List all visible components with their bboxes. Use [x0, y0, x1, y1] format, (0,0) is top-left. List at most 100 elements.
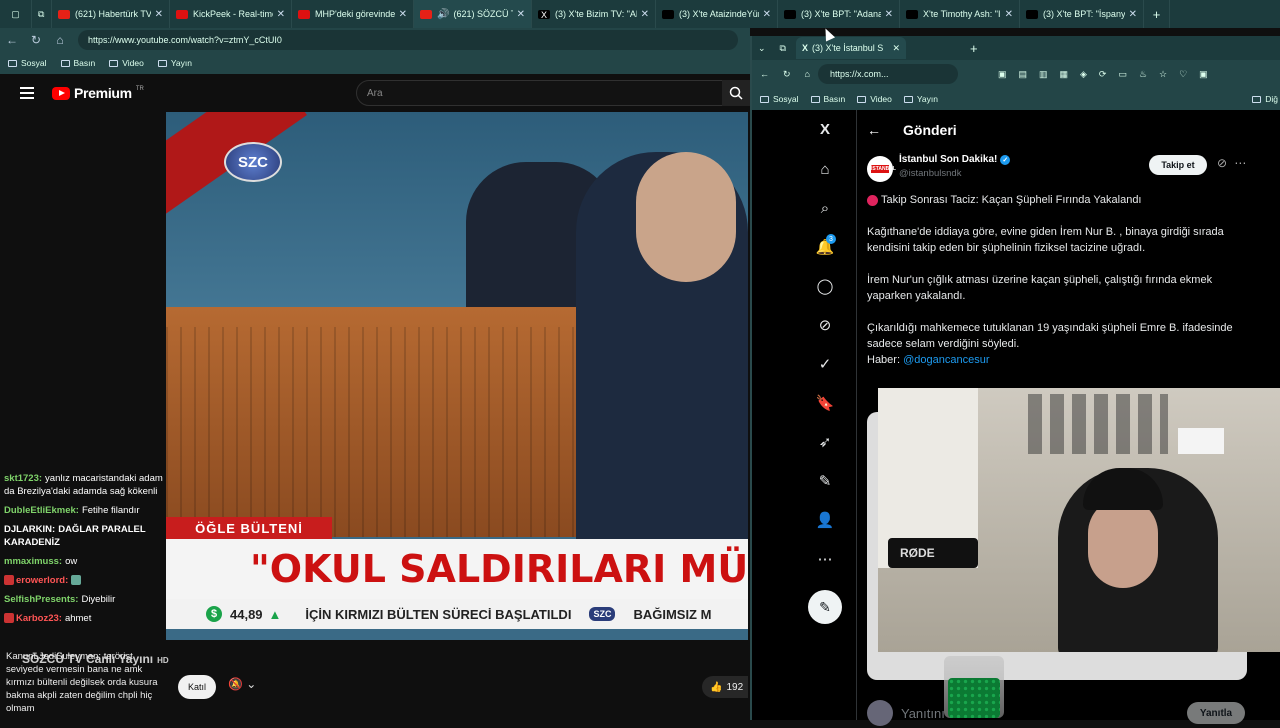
video-headline: "OKUL SALDIRILARI MÜN	[166, 539, 748, 599]
tab-x-bpt-adana[interactable]: (3) X'te BPT: "Adana'da✕	[778, 0, 900, 28]
search-input[interactable]: Ara	[356, 80, 726, 106]
emote-icon	[71, 575, 82, 586]
chat-message: erowerlord:	[4, 574, 170, 587]
x-tab-strip: ⌄ ⧉ X (3) X'te İstanbul S ✕ +	[752, 36, 1280, 60]
address-bar: ← ↻ ⌂ https://www.youtube.com/watch?v=zt…	[0, 28, 750, 52]
bookmark-basin[interactable]: Basın	[810, 94, 845, 104]
mention-link[interactable]: @dogancancesur	[903, 354, 989, 366]
menu-icon[interactable]	[20, 87, 34, 99]
x-icon	[784, 9, 796, 19]
like-button[interactable]: 👍 192	[702, 676, 748, 698]
thumbs-up-icon: 👍	[710, 681, 723, 693]
avatar[interactable]: İSTANBUL	[867, 156, 896, 182]
youtube-logo[interactable]: Premium TR	[52, 85, 144, 101]
tab-sozcu[interactable]: 🔊(621) SÖZCÜ TV C✕	[414, 0, 532, 28]
account-name[interactable]: İstanbul Son Dakika! ✓	[899, 154, 1011, 165]
jobs-icon[interactable]: ✎	[816, 472, 834, 490]
close-icon[interactable]: ✕	[763, 9, 771, 20]
more-options-icon[interactable]: ⊘ ⋯	[1217, 156, 1248, 170]
close-icon[interactable]: ✕	[641, 9, 649, 20]
extension-icons[interactable]: ▣▤▥▦◈⟳▭♨☆♡▣	[998, 69, 1220, 80]
tab-x-bizimtv[interactable]: X(3) X'te Bizim TV: "ABD✕	[532, 0, 656, 28]
back-icon[interactable]: ←	[0, 33, 24, 47]
tab-x-bpt-ispanya[interactable]: (3) X'te BPT: "İspanya, ✕	[1020, 0, 1144, 28]
tab-kickpeek[interactable]: KickPeek - Real-time U✕	[170, 0, 292, 28]
bookmark-video[interactable]: Video	[857, 94, 892, 104]
tab-x-istanbul[interactable]: X (3) X'te İstanbul S ✕	[795, 37, 906, 59]
back-icon[interactable]: ←	[760, 69, 769, 79]
avatar	[867, 700, 893, 726]
workspaces-icon[interactable]: ⧉	[780, 43, 786, 54]
home-icon[interactable]: ⌂	[816, 160, 834, 178]
url-field[interactable]: https://www.youtube.com/watch?v=ztmY_cCt…	[78, 30, 738, 50]
verified-badge-icon: ✓	[1000, 154, 1011, 165]
reload-icon[interactable]: ↻	[24, 33, 48, 47]
new-tab-button[interactable]: +	[1144, 0, 1170, 28]
tab-x-timothy[interactable]: X'te Timothy Ash: "I ✕	[900, 0, 1020, 28]
dollar-icon: $	[206, 606, 222, 622]
close-icon[interactable]: ✕	[885, 9, 893, 20]
x-logo-icon[interactable]: X	[816, 120, 834, 138]
grok-icon[interactable]: ⊘	[816, 316, 834, 334]
close-icon[interactable]: ✕	[277, 9, 285, 20]
chat-message: SelfishPresents: Diyebilir	[4, 594, 116, 605]
close-icon[interactable]: ✕	[399, 9, 407, 20]
account-handle[interactable]: @istanbulsndk	[899, 168, 961, 179]
join-button[interactable]: Katıl	[178, 675, 216, 699]
follow-button[interactable]: Takip et	[1149, 155, 1207, 175]
premium-icon[interactable]: ➶	[816, 433, 834, 451]
folder-icon	[903, 95, 913, 103]
search-button[interactable]	[722, 80, 750, 106]
page-title: Gönderi	[903, 122, 957, 138]
youtube-icon	[420, 9, 432, 19]
messages-icon[interactable]: ◯	[816, 277, 834, 295]
bookmark-yayin[interactable]: Yayın	[903, 94, 938, 104]
reply-button[interactable]: Yanıtla	[1187, 702, 1245, 724]
x-url-field[interactable]: https://x.com...	[817, 64, 958, 84]
bookmark-video[interactable]: Video	[109, 58, 144, 68]
chat-message: Karboz23: ahmet	[4, 612, 170, 625]
bookmarks-icon[interactable]: 🔖	[816, 394, 835, 412]
reply-input[interactable]: Yanıtını	[901, 706, 945, 721]
tab-x-ataizinde[interactable]: (3) X'te AtaizindeYürük✕	[656, 0, 778, 28]
profile-icon[interactable]: 👤	[816, 511, 835, 529]
close-icon[interactable]: ✕	[517, 9, 525, 20]
more-icon[interactable]: ⋯	[816, 550, 834, 568]
bookmark-sosyal[interactable]: Sosyal	[760, 94, 799, 104]
communities-icon[interactable]: ✓	[816, 355, 834, 373]
close-icon[interactable]: ✕	[1005, 9, 1013, 20]
tab-mhp[interactable]: MHP'deki görevinden i✕	[292, 0, 414, 28]
emote-icon	[4, 575, 14, 586]
news-icon	[298, 9, 310, 19]
back-arrow-icon[interactable]: ←	[867, 122, 881, 138]
post-button[interactable]: ✎	[808, 590, 842, 624]
home-icon[interactable]: ⌂	[48, 33, 72, 47]
chat-overlay-message: KanunLJediSuleyman: terörist seviyede ve…	[6, 651, 158, 714]
tab-actions-icon[interactable]: ▢	[0, 0, 32, 28]
bookmark-yayin[interactable]: Yayın	[157, 58, 192, 68]
new-tab-button[interactable]: +	[970, 41, 978, 56]
notifications-icon[interactable]: 🔔 3	[816, 234, 836, 256]
x-icon	[662, 9, 674, 19]
x-sidebar: X ⌂ ⌕ 🔔 3 ◯ ⊘ ✓ 🔖 ➶ ✎ 👤 ⋯ ✎	[752, 110, 856, 720]
tab-habertürk[interactable]: (621) Habertürk TV Ca✕	[52, 0, 170, 28]
bookmark-other[interactable]: Diğ	[1252, 94, 1278, 104]
chat-message: DJLARKIN: DAĞLAR PARALEL KARADENİZ	[4, 524, 146, 548]
tab-list-icon[interactable]: ⌄	[758, 43, 766, 54]
close-icon[interactable]: ✕	[155, 9, 163, 20]
bookmark-sosyal[interactable]: Sosyal	[8, 58, 47, 68]
workspaces-icon[interactable]: ⧉	[32, 0, 52, 28]
x-icon	[1026, 9, 1038, 19]
segment-label: ÖĞLE BÜLTENİ	[166, 517, 332, 539]
close-icon[interactable]: ✕	[892, 43, 900, 54]
close-icon[interactable]: ✕	[1129, 9, 1137, 20]
chat-message: DubleEtliEkmek: Fetihe filandır	[4, 505, 140, 516]
search-icon[interactable]: ⌕	[816, 199, 834, 217]
folder-icon	[8, 59, 17, 67]
bookmark-basin[interactable]: Basın	[60, 58, 95, 68]
video-player[interactable]: SZC ÖĞLE BÜLTENİ "OKUL SALDIRILARI MÜN $…	[166, 112, 748, 640]
youtube-header: Premium TR Ara	[0, 74, 750, 112]
reload-icon[interactable]: ↻	[783, 69, 791, 80]
home-icon[interactable]: ⌂	[805, 69, 810, 79]
notification-bell-icon[interactable]: 🔕 ⌄	[228, 677, 256, 691]
